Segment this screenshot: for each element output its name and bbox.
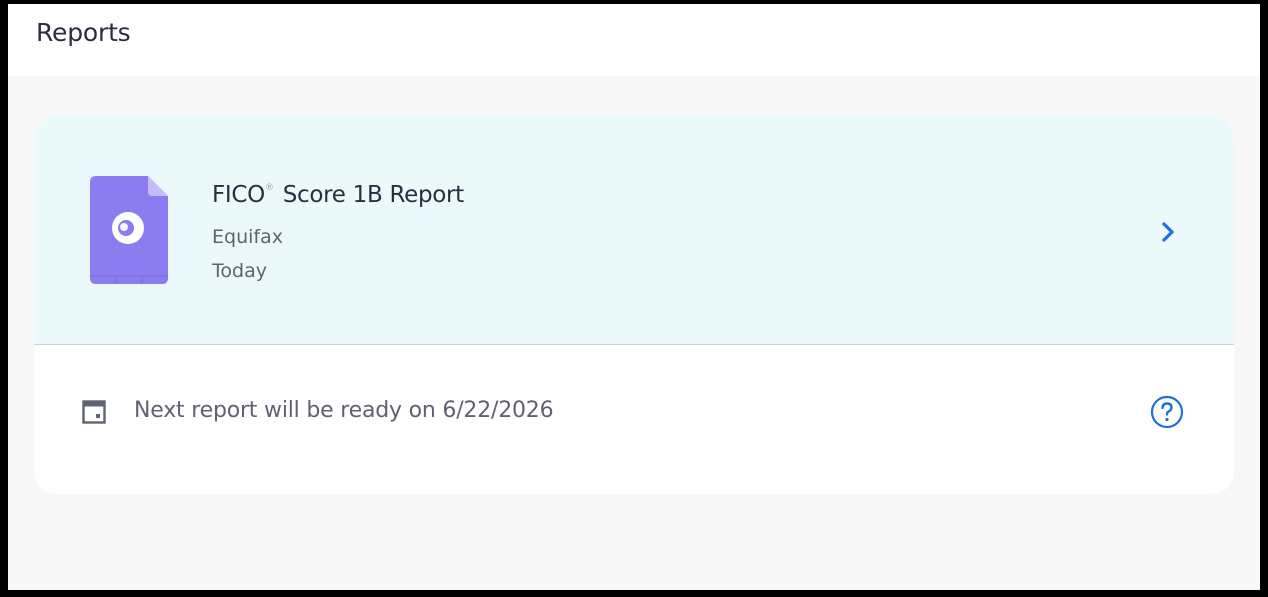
report-date: Today: [212, 260, 267, 282]
chevron-right-icon[interactable]: [1158, 220, 1178, 244]
report-row-fico-score-1b[interactable]: FICO® Score 1B Report Equifax Today: [34, 116, 1234, 344]
report-bureau: Equifax: [212, 226, 283, 248]
report-title-rest: Score 1B Report: [282, 182, 465, 208]
report-title: FICO® Score 1B Report: [212, 182, 464, 208]
reports-card: FICO® Score 1B Report Equifax Today Next…: [34, 116, 1234, 494]
page-title: Reports: [36, 18, 131, 47]
registered-mark: ®: [264, 183, 274, 193]
calendar-icon: [82, 400, 106, 424]
next-report-text: Next report will be ready on 6/22/2026: [134, 398, 554, 423]
next-report-row: Next report will be ready on 6/22/2026: [34, 345, 1234, 494]
document-icon: [90, 176, 168, 284]
reports-screen: Reports FICO® Score 1B Report Equifax To…: [8, 4, 1260, 590]
report-title-brand: FICO: [212, 182, 265, 208]
question-circle-icon[interactable]: [1150, 395, 1184, 429]
header: Reports: [8, 4, 1260, 76]
